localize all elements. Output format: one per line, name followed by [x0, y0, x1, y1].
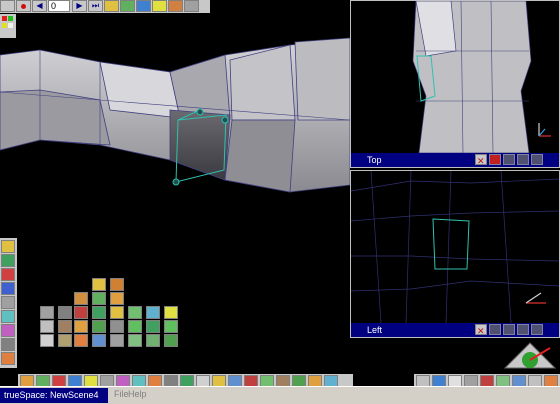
viewport-label-left: Left: [367, 325, 383, 335]
cube-icon[interactable]: [58, 320, 72, 333]
frame-number-field[interactable]: 0: [48, 0, 70, 12]
cube-icon[interactable]: [40, 320, 54, 333]
cube-icon[interactable]: [110, 320, 124, 333]
view-option-icon[interactable]: [517, 154, 529, 165]
close-icon[interactable]: [475, 154, 487, 168]
sphere-icon[interactable]: [146, 306, 160, 319]
cube-icon[interactable]: [74, 292, 88, 305]
tool-icon[interactable]: [120, 0, 135, 12]
top-viewport[interactable]: Top: [350, 0, 560, 168]
cube-icon[interactable]: [92, 292, 106, 305]
cube-icon[interactable]: [40, 334, 54, 347]
top-view-mesh: [412, 1, 551, 153]
axis-icon: [538, 123, 551, 137]
cube-icon[interactable]: [40, 306, 54, 319]
view-option-icon[interactable]: [531, 324, 543, 335]
rewind-icon[interactable]: ◀: [32, 0, 47, 12]
play-icon[interactable]: ▶: [72, 0, 87, 12]
render-icon[interactable]: [168, 0, 183, 12]
tool-icon[interactable]: [1, 296, 15, 309]
primitive-palette: [40, 278, 180, 358]
view-option-icon[interactable]: [489, 154, 501, 165]
axis-icon: [525, 292, 546, 304]
mesh-tube: [0, 37, 350, 193]
view-option-icon[interactable]: [517, 324, 529, 335]
tool-icon[interactable]: [1, 268, 15, 281]
sphere-icon[interactable]: [110, 278, 124, 291]
app-title[interactable]: trueSpace: NewScene4: [0, 388, 108, 403]
tool-icon[interactable]: [1, 310, 15, 323]
torus-icon[interactable]: [110, 292, 124, 305]
color-swatches: [0, 14, 16, 38]
view-option-icon[interactable]: [503, 154, 515, 165]
view-option-icon[interactable]: [489, 324, 501, 335]
tool-column: [0, 238, 17, 368]
cube-icon[interactable]: [74, 306, 88, 319]
cube-icon[interactable]: [92, 306, 106, 319]
red-swatch[interactable]: [2, 16, 7, 21]
menu-file[interactable]: File: [114, 389, 129, 399]
forward-icon[interactable]: ⏭: [88, 0, 103, 12]
sphere-icon[interactable]: [128, 306, 142, 319]
tool-icon[interactable]: [1, 282, 15, 295]
close-icon[interactable]: [475, 324, 487, 338]
material-icon[interactable]: [136, 0, 151, 12]
tool-icon[interactable]: [1, 324, 15, 337]
cube-icon[interactable]: [92, 334, 106, 347]
cube-icon[interactable]: [58, 306, 72, 319]
torus-icon[interactable]: [128, 320, 142, 333]
cube-icon[interactable]: [58, 334, 72, 347]
sphere-icon[interactable]: [164, 306, 178, 319]
cube-icon[interactable]: [74, 320, 88, 333]
taskbar: trueSpace: NewScene4 File Help: [0, 386, 560, 404]
yellow-swatch[interactable]: [2, 23, 7, 28]
white-swatch[interactable]: [8, 23, 13, 28]
view-option-icon[interactable]: [503, 324, 515, 335]
cube-icon[interactable]: [146, 320, 160, 333]
scene-icon[interactable]: [184, 0, 199, 12]
record-icon[interactable]: [16, 0, 31, 12]
viewport-label-top: Top: [367, 155, 382, 165]
view-option-icon[interactable]: [531, 154, 543, 165]
tool-icon[interactable]: [1, 352, 15, 365]
top-viewport-titlebar[interactable]: Top: [351, 153, 559, 168]
menu-help[interactable]: Help: [128, 389, 147, 399]
frame-start-button[interactable]: [0, 0, 15, 12]
navigation-widget[interactable]: [500, 338, 560, 374]
light-icon[interactable]: [152, 0, 167, 12]
tool-icon[interactable]: [1, 254, 15, 267]
cone-icon[interactable]: [92, 278, 106, 291]
left-viewport-titlebar[interactable]: Left: [351, 323, 559, 338]
cube-icon[interactable]: [74, 334, 88, 347]
cube-icon[interactable]: [92, 320, 106, 333]
cube-icon[interactable]: [128, 334, 142, 347]
tool-icon[interactable]: [1, 240, 15, 253]
torus-icon[interactable]: [110, 306, 124, 319]
close-icon[interactable]: [164, 320, 178, 333]
close-icon[interactable]: [164, 334, 178, 347]
cube-icon[interactable]: [110, 334, 124, 347]
left-viewport[interactable]: Left: [350, 170, 560, 338]
animation-toolbar: ◀ 0 ▶ ⏭: [0, 0, 210, 13]
paint-icon[interactable]: [104, 0, 119, 12]
green-swatch[interactable]: [8, 16, 13, 21]
left-view-wireframe: [351, 171, 559, 323]
tool-icon[interactable]: [1, 338, 15, 351]
cube-icon[interactable]: [146, 334, 160, 347]
